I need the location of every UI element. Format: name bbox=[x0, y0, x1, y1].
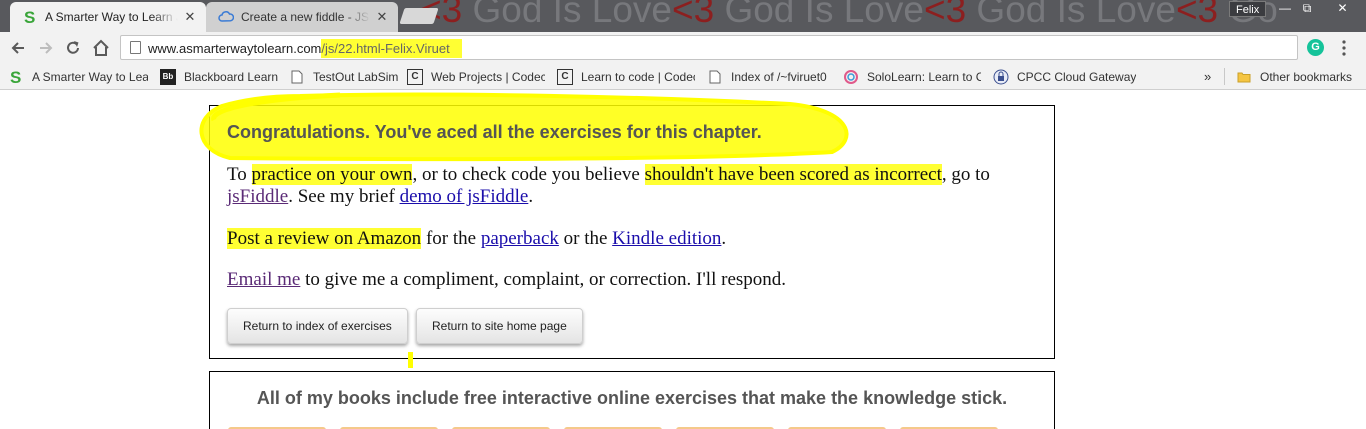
close-window-button[interactable]: ✕ bbox=[1320, 0, 1365, 17]
bookmarks-overflow-button[interactable]: » bbox=[1204, 68, 1218, 85]
tab-jsfiddle[interactable]: Create a new fiddle - JSFiddle ✕ bbox=[206, 2, 398, 32]
text: , go to bbox=[941, 164, 990, 185]
bookmark-web-projects[interactable]: C Web Projects | Codecademy bbox=[407, 68, 545, 85]
gateway-icon bbox=[993, 69, 1009, 85]
bookmark-cpcc[interactable]: CPCC Cloud Gateway bbox=[993, 68, 1143, 85]
theme-text: God Is Love bbox=[462, 0, 672, 30]
congratulations-heading-overlay: Congratulations. You've aced all the exe… bbox=[227, 122, 762, 142]
practice-paragraph: To practice on your own, or to check cod… bbox=[227, 164, 1047, 208]
jsfiddle-demo-link[interactable]: demo of jsFiddle bbox=[400, 186, 529, 207]
s-logo-icon: S bbox=[8, 69, 24, 85]
bookmark-label: Web Projects | Codecademy bbox=[431, 69, 545, 84]
bookmarks-bar: S A Smarter Way to Learn Bb Blackboard L… bbox=[0, 63, 1366, 90]
folder-icon bbox=[1236, 69, 1252, 85]
text: or the bbox=[558, 228, 613, 249]
theme-text: God Is Love bbox=[714, 0, 924, 30]
bookmark-index-fviruet[interactable]: Index of /~fviruet0 bbox=[707, 68, 835, 85]
return-to-index-button[interactable]: Return to index of exercises bbox=[227, 308, 408, 344]
back-arrow-icon[interactable] bbox=[8, 38, 28, 58]
tab-title: A Smarter Way to Learn JavaScript bbox=[45, 10, 178, 24]
theme-heart-text: <3 bbox=[1175, 0, 1219, 30]
bookmark-testout[interactable]: TestOut LabSim bbox=[289, 68, 399, 85]
jsfiddle-link[interactable]: jsFiddle bbox=[227, 186, 288, 207]
return-to-home-button[interactable]: Return to site home page bbox=[416, 308, 583, 344]
address-bar[interactable]: www.asmarterwaytolearn.com/js/22.html-Fe… bbox=[120, 35, 1298, 60]
page-icon bbox=[707, 69, 723, 85]
paperback-link[interactable]: paperback bbox=[481, 228, 559, 249]
books-promo-text: All of my books include free interactive… bbox=[256, 388, 1008, 408]
email-me-link[interactable]: Email me bbox=[227, 269, 300, 290]
theme-heart-text: <3 bbox=[671, 0, 715, 30]
home-icon[interactable] bbox=[91, 38, 111, 58]
browser-menu-icon[interactable] bbox=[1338, 39, 1350, 57]
text: , or to check code you believe bbox=[412, 164, 645, 185]
theme-text: God Is Love bbox=[966, 0, 1176, 30]
reload-icon[interactable] bbox=[63, 38, 83, 58]
browser-toolbar: www.asmarterwaytolearn.com/js/22.html-Fe… bbox=[0, 32, 1366, 63]
text: . bbox=[528, 186, 534, 207]
svg-text:S: S bbox=[24, 9, 35, 25]
page-info-icon[interactable] bbox=[130, 41, 141, 54]
bookmarks-divider bbox=[1224, 68, 1225, 85]
bookmark-label: Index of /~fviruet0 bbox=[731, 69, 827, 84]
blackboard-icon: Bb bbox=[160, 68, 176, 85]
kindle-edition-link[interactable]: Kindle edition bbox=[612, 228, 721, 249]
text: for the bbox=[421, 228, 481, 249]
text: To bbox=[227, 164, 252, 185]
email-paragraph: Email me to give me a compliment, compla… bbox=[227, 269, 1047, 291]
bookmark-label: Other bookmarks bbox=[1260, 69, 1353, 84]
tab-title: Create a new fiddle - JSFiddle bbox=[241, 10, 370, 24]
bookmark-label: Learn to code | Codecademy bbox=[581, 69, 695, 84]
grammarly-extension-icon[interactable]: G bbox=[1307, 39, 1324, 56]
bookmark-label: SoloLearn: Learn to Code bbox=[867, 69, 981, 84]
text: . bbox=[721, 228, 727, 249]
other-bookmarks[interactable]: Other bookmarks bbox=[1236, 68, 1364, 85]
bookmark-sololearn[interactable]: SoloLearn: Learn to Code bbox=[843, 68, 981, 85]
highlighted-text: shouldn't have been scored as incorrect bbox=[644, 164, 942, 185]
url-text[interactable]: www.asmarterwaytolearn.com/js/22.html-Fe… bbox=[148, 39, 462, 58]
highlighted-text: Post a review on Amazon bbox=[227, 228, 422, 249]
text: to give me a compliment, complaint, or c… bbox=[300, 269, 787, 290]
bookmark-label: CPCC Cloud Gateway bbox=[1017, 69, 1137, 84]
jsfiddle-cloud-icon bbox=[218, 9, 234, 25]
svg-text:S: S bbox=[10, 69, 21, 85]
theme-heart-text: <3 bbox=[923, 0, 967, 30]
sololearn-icon bbox=[843, 69, 859, 85]
bookmark-label: Blackboard Learn bbox=[184, 69, 279, 84]
page-icon bbox=[289, 69, 305, 85]
url-domain: www.asmarterwaytolearn.com bbox=[148, 41, 322, 56]
completion-panel: Congratulations. You've aced all the exe… bbox=[209, 105, 1055, 359]
text: . See my brief bbox=[288, 186, 400, 207]
close-tab-icon[interactable]: ✕ bbox=[374, 9, 390, 25]
bookmark-learn-to-code[interactable]: C Learn to code | Codecademy bbox=[557, 68, 695, 85]
url-path: /js/22.html-Felix.Viruet bbox=[321, 39, 462, 58]
restore-button[interactable]: ⧉ bbox=[1294, 0, 1320, 17]
title-bar: <3 God Is Love<3 God Is Love<3 God Is Lo… bbox=[0, 0, 1366, 32]
tab-smarter-way[interactable]: S A Smarter Way to Learn JavaScript ✕ bbox=[10, 2, 206, 32]
codecademy-icon: C bbox=[407, 68, 423, 85]
s-logo-icon: S bbox=[22, 9, 38, 25]
bookmark-blackboard[interactable]: Bb Blackboard Learn bbox=[160, 68, 280, 85]
books-promo-panel: All of my books include free interactive… bbox=[209, 371, 1055, 429]
forward-arrow-icon[interactable] bbox=[36, 38, 56, 58]
highlighted-text: practice on your own bbox=[251, 164, 413, 185]
bookmark-label: TestOut LabSim bbox=[313, 69, 399, 84]
theme-background-text: <3 God Is Love<3 God Is Love<3 God Is Lo… bbox=[420, 0, 1278, 31]
profile-button[interactable]: Felix bbox=[1229, 1, 1267, 17]
codecademy-icon: C bbox=[557, 68, 573, 85]
review-paragraph: Post a review on Amazon for the paperbac… bbox=[227, 228, 1047, 250]
new-tab-button[interactable] bbox=[399, 8, 439, 24]
close-tab-icon[interactable]: ✕ bbox=[182, 9, 198, 25]
bookmark-smarter-way[interactable]: S A Smarter Way to Learn bbox=[8, 68, 148, 85]
bookmark-label: A Smarter Way to Learn bbox=[32, 69, 148, 84]
